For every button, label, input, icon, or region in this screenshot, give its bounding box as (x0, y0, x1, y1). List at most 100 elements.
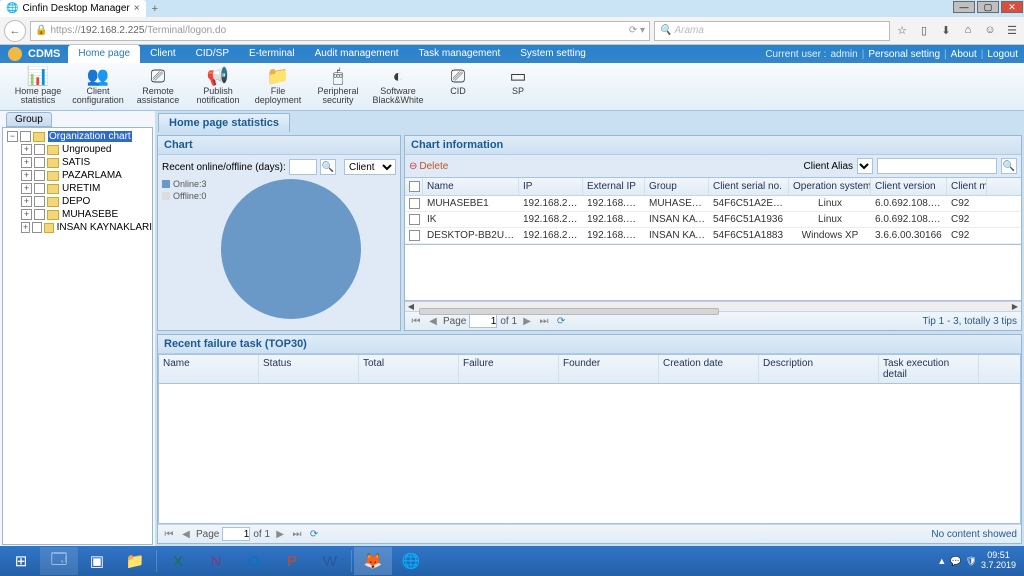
personal-setting-link[interactable]: Personal setting (868, 49, 940, 60)
tray-action-center-icon[interactable]: 💬 (950, 556, 961, 567)
delete-button[interactable]: ⊖Delete (409, 161, 448, 172)
checkbox[interactable] (32, 222, 41, 233)
expand-icon[interactable]: + (21, 170, 32, 181)
checkbox[interactable] (20, 131, 31, 142)
table-row[interactable]: DESKTOP-BB2U6I8192.168.2.207192.168.2.20… (405, 228, 1021, 244)
refresh-dropdown-icon[interactable]: ⟳ ▾ (629, 25, 645, 36)
chart-days-input[interactable] (289, 159, 317, 175)
checkbox[interactable] (34, 157, 45, 168)
expand-icon[interactable]: + (21, 183, 32, 194)
new-tab-button[interactable]: + (146, 0, 164, 17)
table-row[interactable]: IK192.168.2.194192.168.2.194INSAN KAYNA.… (405, 212, 1021, 228)
col-ip[interactable]: IP (519, 178, 583, 195)
col-mod[interactable]: Client mod (947, 178, 987, 195)
menu-task[interactable]: Task management (409, 45, 511, 63)
tree-item[interactable]: +INSAN KAYNAKLARI (3, 221, 152, 234)
fcol-total[interactable]: Total (359, 355, 459, 383)
menu-system[interactable]: System setting (510, 45, 596, 63)
tree-item[interactable]: +SATIS (3, 156, 152, 169)
taskbar-powerpoint-icon[interactable]: P (273, 547, 311, 575)
row-checkbox[interactable] (409, 214, 420, 225)
pager-next-icon[interactable]: ▶ (273, 529, 287, 540)
pager-prev-icon[interactable]: ◀ (426, 316, 440, 327)
pager-prev-icon[interactable]: ◀ (179, 529, 193, 540)
taskbar-chrome-icon[interactable]: 🌐 (392, 547, 430, 575)
expand-icon[interactable]: + (21, 196, 32, 207)
stats-tab[interactable]: Home page statistics (158, 113, 290, 132)
pager-next-icon[interactable]: ▶ (520, 316, 534, 327)
tree-item[interactable]: +PAZARLAMA (3, 169, 152, 182)
url-bar[interactable]: 🔒 https:// 192.168.2.225 /Terminal/logon… (30, 21, 650, 41)
clock[interactable]: 09:51 3.7.2019 (981, 551, 1016, 571)
menu-home-page[interactable]: Home page (68, 45, 140, 63)
tray-shield-icon[interactable]: 🛡 (966, 556, 977, 567)
browser-search[interactable]: 🔍 Arama (654, 21, 890, 41)
refresh-icon[interactable]: ⟳ (307, 529, 321, 540)
start-button[interactable]: ⊞ (2, 547, 40, 575)
fcol-status[interactable]: Status (259, 355, 359, 383)
window-maximize-button[interactable]: ▢ (977, 1, 999, 13)
logout-link[interactable]: Logout (987, 49, 1018, 60)
col-external-ip[interactable]: External IP (583, 178, 645, 195)
taskbar-word-icon[interactable]: W (311, 547, 349, 575)
tree-root[interactable]: − Organization chart (3, 130, 152, 143)
tool-0[interactable]: 📊Home pagestatistics (8, 65, 68, 110)
scroll-left-icon[interactable]: ◀ (405, 302, 417, 311)
collapse-icon[interactable]: − (7, 131, 18, 142)
grid-checkbox-header[interactable] (405, 178, 423, 195)
row-checkbox[interactable] (409, 198, 420, 209)
horizontal-scrollbar[interactable]: ◀ ▶ (405, 301, 1021, 311)
browser-tab[interactable]: 🌐 Cinfin Desktop Manager × (0, 0, 146, 17)
close-icon[interactable]: × (134, 3, 140, 14)
page-input[interactable] (222, 527, 250, 541)
menu-client[interactable]: Client (140, 45, 186, 63)
col-serial[interactable]: Client serial no. (709, 178, 789, 195)
page-input[interactable] (469, 314, 497, 328)
fcol-founder[interactable]: Founder (559, 355, 659, 383)
scroll-right-icon[interactable]: ▶ (1009, 302, 1021, 311)
taskbar-powershell-icon[interactable]: ▣ (78, 547, 116, 575)
tool-2[interactable]: ⎚Remoteassistance (128, 65, 188, 110)
col-group[interactable]: Group (645, 178, 709, 195)
expand-icon[interactable]: + (21, 144, 32, 155)
tool-8[interactable]: ▭SP (488, 65, 548, 110)
window-minimize-button[interactable]: — (953, 1, 975, 13)
fcol-name[interactable]: Name (159, 355, 259, 383)
col-name[interactable]: Name (423, 178, 519, 195)
expand-icon[interactable]: + (21, 222, 30, 233)
checkbox[interactable] (34, 196, 45, 207)
menu-icon[interactable]: ☰ (1004, 24, 1020, 37)
fcol-description[interactable]: Description (759, 355, 879, 383)
pager-last-icon[interactable]: ⏭ (537, 316, 551, 327)
fcol-creation-date[interactable]: Creation date (659, 355, 759, 383)
smile-icon[interactable]: ☺ (982, 24, 998, 37)
checkbox[interactable] (34, 183, 45, 194)
download-icon[interactable]: ⬇ (938, 24, 954, 37)
chart-type-select[interactable]: Client (344, 159, 396, 175)
alias-search-button[interactable]: 🔍 (1001, 158, 1017, 174)
fcol-task-exec[interactable]: Task execution detail (879, 355, 979, 383)
row-checkbox[interactable] (409, 230, 420, 241)
tool-5[interactable]: 🖱Peripheralsecurity (308, 65, 368, 110)
col-version[interactable]: Client version (871, 178, 947, 195)
taskbar-onenote-icon[interactable]: N (197, 547, 235, 575)
tray-up-icon[interactable]: ▲ (937, 556, 946, 566)
clipboard-icon[interactable]: ▯ (916, 24, 932, 37)
taskbar-excel-icon[interactable]: X (159, 547, 197, 575)
tool-6[interactable]: ◐SoftwareBlack&White (368, 65, 428, 110)
menu-cid-sp[interactable]: CID/SP (186, 45, 239, 63)
expand-icon[interactable]: + (21, 157, 32, 168)
fcol-failure[interactable]: Failure (459, 355, 559, 383)
tool-1[interactable]: 👥Clientconfiguration (68, 65, 128, 110)
refresh-icon[interactable]: ⟳ (554, 316, 568, 327)
checkbox[interactable] (34, 144, 45, 155)
pager-last-icon[interactable]: ⏭ (290, 529, 304, 540)
sidebar-group-tab[interactable]: Group (6, 112, 52, 127)
pager-first-icon[interactable]: ⏮ (409, 316, 423, 327)
alias-input[interactable] (877, 158, 997, 174)
col-os[interactable]: Operation system (789, 178, 871, 195)
tool-7[interactable]: ⎚CID (428, 65, 488, 110)
checkbox[interactable] (34, 170, 45, 181)
pager-first-icon[interactable]: ⏮ (162, 529, 176, 540)
tool-4[interactable]: 📁Filedeployment (248, 65, 308, 110)
